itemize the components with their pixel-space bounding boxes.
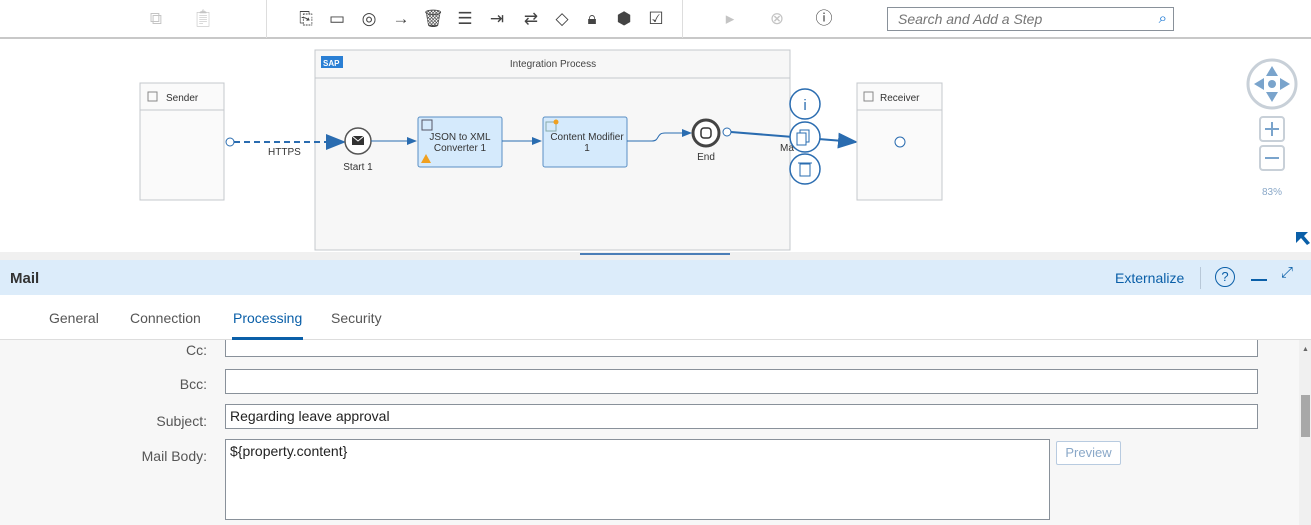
info-action-button[interactable]: i <box>789 88 821 120</box>
form-scrollbar[interactable]: ▲ <box>1299 340 1311 525</box>
sender-label: Sender <box>166 93 199 104</box>
bcc-input[interactable] <box>225 369 1258 394</box>
scroll-up-icon[interactable]: ▲ <box>1302 346 1309 353</box>
minimize-icon[interactable] <box>1251 279 1267 281</box>
bcc-label: Bcc: <box>179 376 207 392</box>
divider <box>266 0 267 38</box>
simulate-play-icon[interactable]: ▸ <box>719 8 741 30</box>
target-icon[interactable]: ◎ <box>358 8 380 30</box>
svg-text:Start 1: Start 1 <box>343 162 373 173</box>
externalize-link[interactable]: Externalize <box>1115 270 1184 286</box>
pan-control[interactable] <box>1246 58 1298 110</box>
router-diamond-icon[interactable]: ◇ <box>551 8 573 30</box>
sender-participant[interactable]: Sender <box>139 82 225 201</box>
svg-text:End: End <box>697 152 715 163</box>
divider <box>1200 267 1201 289</box>
zoom-level: 83% <box>1262 187 1282 198</box>
add-step-icon[interactable]: ⎘ <box>295 8 317 30</box>
copy-icon[interactable]: ⧉ <box>145 8 167 30</box>
content-modifier-step[interactable]: Content Modifier 1 <box>542 116 628 168</box>
diagram-canvas[interactable]: Sender SAP Integration Process HTTPS Sta… <box>0 40 1311 252</box>
panel-title: Mail <box>10 270 40 287</box>
hexagon-icon[interactable]: ⬢ <box>613 8 635 30</box>
help-icon[interactable]: ? <box>1215 267 1235 287</box>
properties-header: Mail Externalize ? ⤢ <box>0 260 1311 295</box>
search-input[interactable] <box>888 8 1138 30</box>
zoom-out-button[interactable] <box>1259 145 1285 171</box>
lock-icon[interactable]: 🔒︎ <box>581 8 603 30</box>
svg-text:i: i <box>803 97 806 114</box>
exchange-icon[interactable]: ⇄ <box>520 8 542 30</box>
delete-icon[interactable]: 🗑︎ <box>422 8 444 30</box>
clipboard-check-icon[interactable]: ☑ <box>645 8 667 30</box>
preview-button[interactable]: Preview <box>1056 441 1121 465</box>
participant-icon[interactable]: ▭ <box>326 8 348 30</box>
search-icon[interactable]: ⌕ <box>1159 10 1167 27</box>
sender-adapter-label: HTTPS <box>268 147 301 158</box>
subject-input[interactable]: Regarding leave approval <box>225 404 1258 429</box>
search-box[interactable]: ⌕ <box>887 7 1174 31</box>
resize-splitter[interactable] <box>0 252 1311 260</box>
scrollbar-thumb[interactable] <box>1301 395 1310 437</box>
toolbar: ⧉ 📋︎ ⎘ ▭ ◎ → 🗑︎ ☰ ⇥ ⇄ ◇ 🔒︎ ⬢ ☑ ▸ ⊗ ⓘ ⌕ <box>0 0 1311 39</box>
receiver-participant[interactable]: Receiver <box>856 82 943 201</box>
svg-text:1: 1 <box>584 143 590 154</box>
mail-body-label: Mail Body: <box>141 448 207 464</box>
svg-text:JSON to XML: JSON to XML <box>429 132 491 143</box>
help-icon[interactable]: ⓘ <box>813 8 835 30</box>
menu-icon[interactable]: ☰ <box>454 8 476 30</box>
svg-text:SAP: SAP <box>323 59 340 68</box>
svg-text:Converter 1: Converter 1 <box>434 143 487 154</box>
delete-action-button[interactable] <box>789 153 821 185</box>
process-title: Integration Process <box>510 59 596 70</box>
maximize-icon[interactable]: ⤢ <box>1281 264 1293 281</box>
connector-arrow-icon[interactable]: → <box>390 8 412 30</box>
zoom-in-button[interactable] <box>1259 116 1285 142</box>
cc-label: Cc: <box>186 342 207 358</box>
collapse-arrow-icon[interactable] <box>1296 232 1310 245</box>
cancel-simulation-icon[interactable]: ⊗ <box>766 8 788 30</box>
json-to-xml-converter-step[interactable]: JSON to XML Converter 1 <box>417 116 503 168</box>
subject-label: Subject: <box>156 413 207 429</box>
copy-action-button[interactable] <box>789 121 821 153</box>
import-icon[interactable]: ⇥ <box>486 8 508 30</box>
divider <box>682 0 683 38</box>
svg-text:Content Modifier: Content Modifier <box>550 132 624 143</box>
mail-body-textarea[interactable]: ${property.content} <box>225 439 1050 520</box>
svg-text:Receiver: Receiver <box>880 93 920 104</box>
paste-icon[interactable]: 📋︎ <box>192 8 214 30</box>
